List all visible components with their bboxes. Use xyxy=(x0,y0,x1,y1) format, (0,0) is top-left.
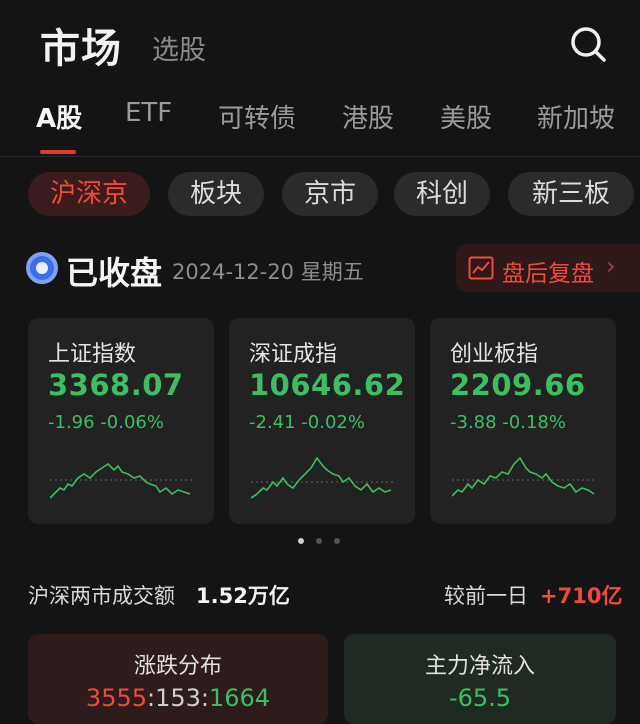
index-value: 3368.07 xyxy=(48,368,184,402)
tab-etf[interactable]: ETF xyxy=(125,98,172,128)
after-hours-review-label: 盘后复盘 xyxy=(502,261,594,287)
advance-decline-title: 涨跌分布 xyxy=(133,654,222,679)
compare-label: 较前一日 xyxy=(444,584,528,608)
index-sparkline xyxy=(251,456,395,499)
index-card-shenzhen[interactable]: 深证成指 10646.62 -2.41 -0.02% xyxy=(229,318,415,524)
index-change: -2.41 -0.02% xyxy=(249,412,365,433)
search-icon[interactable] xyxy=(568,24,608,64)
tab-convertible-bonds[interactable]: 可转债 xyxy=(218,98,296,135)
chip-star-market[interactable]: 科创 xyxy=(394,172,490,216)
stock-picker-link[interactable]: 选股 xyxy=(152,28,206,67)
tab-us-stocks[interactable]: 美股 xyxy=(440,98,492,135)
chip-sectors[interactable]: 板块 xyxy=(168,172,264,216)
index-change: -1.96 -0.06% xyxy=(48,412,164,433)
market-tabs: A股 ETF 可转债 港股 美股 新加坡 xyxy=(0,98,640,154)
trade-date: 2024-12-20 星期五 xyxy=(172,260,364,284)
tab-a-shares[interactable]: A股 xyxy=(36,98,82,135)
advance-decline-ratio: 3555:153:1664 xyxy=(85,684,271,712)
index-change: -3.88 -0.18% xyxy=(450,412,566,433)
index-name: 上证指数 xyxy=(48,342,137,367)
chip-neeq[interactable]: 新三板 xyxy=(508,172,634,216)
market-status: 已收盘 xyxy=(66,254,163,292)
chip-shanghai-shenzhen-beijing[interactable]: 沪深京 xyxy=(28,172,150,216)
index-name: 深证成指 xyxy=(249,342,338,367)
unchanged-count: 153 xyxy=(155,684,201,712)
chevron-right-icon: › xyxy=(606,252,616,280)
index-value: 10646.62 xyxy=(249,368,406,402)
pager-dot xyxy=(334,538,340,544)
decliners-count: 1664 xyxy=(209,684,271,712)
turnover-value: 1.52万亿 xyxy=(196,584,290,608)
active-tab-indicator xyxy=(40,150,76,154)
carousel-pager xyxy=(298,538,342,546)
turnover-label: 沪深两市成交额 xyxy=(28,584,175,608)
index-value: 2209.66 xyxy=(450,368,586,402)
advance-decline-card[interactable]: 涨跌分布 3555:153:1664 xyxy=(28,634,328,724)
advancers-count: 3555 xyxy=(85,684,147,712)
net-inflow-value: -65.5 xyxy=(448,684,512,712)
trend-chart-icon xyxy=(468,256,494,280)
index-name: 创业板指 xyxy=(450,342,539,367)
divider xyxy=(0,156,640,157)
after-hours-review-button[interactable]: 盘后复盘 › xyxy=(456,244,640,292)
index-sparkline xyxy=(452,456,596,497)
tab-singapore[interactable]: 新加坡 xyxy=(537,98,615,135)
pager-dot xyxy=(298,538,304,544)
chip-beijing-market[interactable]: 京市 xyxy=(282,172,378,216)
net-inflow-title: 主力净流入 xyxy=(424,654,535,679)
index-sparkline xyxy=(50,462,194,499)
index-card-chinext[interactable]: 创业板指 2209.66 -3.88 -0.18% xyxy=(430,318,616,524)
pager-dot xyxy=(316,538,322,544)
index-card-shanghai[interactable]: 上证指数 3368.07 -1.96 -0.06% xyxy=(28,318,214,524)
market-closed-icon xyxy=(26,252,58,284)
net-inflow-card[interactable]: 主力净流入 -65.5 xyxy=(344,634,616,724)
tab-hk-stocks[interactable]: 港股 xyxy=(342,98,394,135)
compare-value: +710亿 xyxy=(540,584,623,608)
page-title: 市场 xyxy=(40,26,122,72)
